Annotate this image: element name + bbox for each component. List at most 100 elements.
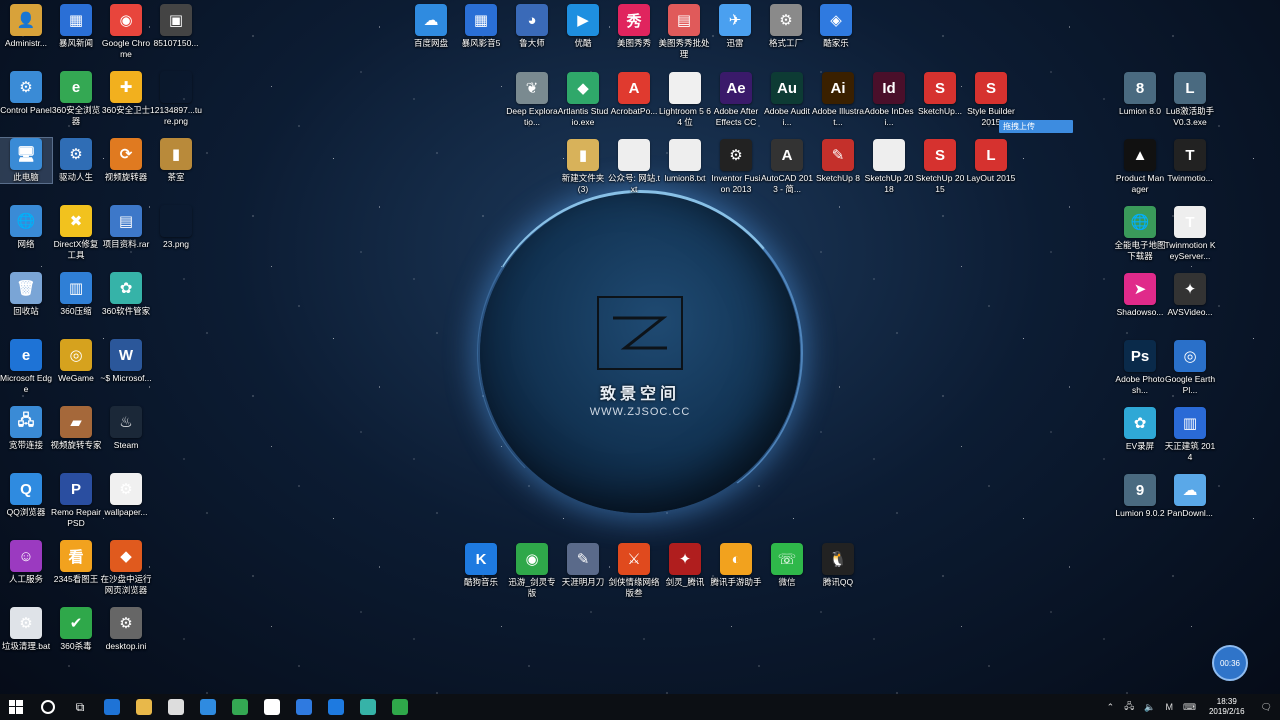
cortana-search-button[interactable] bbox=[32, 694, 64, 720]
desktop-icon[interactable]: ◕ 鲁大师 bbox=[506, 4, 558, 49]
desktop-icon[interactable]: S SketchUp... bbox=[914, 72, 966, 117]
desktop-icon[interactable]: ◈ 酷家乐 bbox=[810, 4, 862, 49]
desktop-icon[interactable]: ☁ 百度网盘 bbox=[405, 4, 457, 49]
desktop-icon[interactable]: Ai Adobe Illustrat... bbox=[812, 72, 864, 128]
desktop-icon[interactable]: ✎ SketchUp 8 bbox=[812, 139, 864, 184]
desktop-icon[interactable]: ▰ 视频旋转专家 bbox=[50, 406, 102, 451]
desktop-icon[interactable]: Au Adobe Auditi... bbox=[761, 72, 813, 128]
desktop-icon[interactable]: ✚ 360安全卫士 bbox=[100, 71, 152, 116]
drag-upload-tooltip[interactable]: 拖拽上传 bbox=[999, 120, 1073, 133]
taskbar-app-xunyou[interactable] bbox=[384, 694, 416, 720]
ime-indicator[interactable]: M bbox=[1160, 702, 1178, 712]
desktop-icon[interactable]: ◉ Google Chrome bbox=[100, 4, 152, 60]
desktop-icon[interactable]: T Twinmotion KeyServer... bbox=[1164, 206, 1216, 262]
taskbar-clock[interactable]: 18:39 2019/2/16 bbox=[1201, 697, 1253, 717]
desktop-icon[interactable]: K 酷狗音乐 bbox=[455, 543, 507, 588]
desktop-icon[interactable]: ✿ 360软件管家 bbox=[100, 272, 152, 317]
desktop-icon[interactable]: 12134897...ture.png bbox=[150, 71, 202, 127]
desktop-icon[interactable]: 9 Lumion 9.0.2 bbox=[1114, 474, 1166, 519]
desktop-icon[interactable]: ▶ 优酷 bbox=[557, 4, 609, 49]
desktop-icon[interactable]: e Microsoft Edge bbox=[0, 339, 52, 395]
desktop-icon[interactable]: 公众号: 网站.txt bbox=[608, 139, 660, 195]
taskbar-app-mail[interactable] bbox=[256, 694, 288, 720]
desktop-icon[interactable]: W ~$ Microsof... bbox=[100, 339, 152, 384]
desktop-icon[interactable]: ▮ 新建文件夹 (3) bbox=[557, 139, 609, 195]
desktop-icon[interactable]: L LayOut 2015 bbox=[965, 139, 1017, 184]
desktop-icon[interactable]: ▦ 暴风新闻 bbox=[50, 4, 102, 49]
keyboard-icon[interactable]: ⌨ bbox=[1178, 702, 1201, 713]
desktop-icon[interactable]: ✎ 天涯明月刀 bbox=[557, 543, 609, 588]
desktop-icon[interactable]: ⚙ Control Panel bbox=[0, 71, 52, 116]
desktop-icon[interactable]: ▦ 暴风影音5 bbox=[455, 4, 507, 49]
desktop-icon[interactable]: P Remo Repair PSD bbox=[50, 473, 102, 529]
desktop-icon[interactable]: ✦ AVSVideo... bbox=[1164, 273, 1216, 318]
desktop-icon[interactable]: ✿ EV录屏 bbox=[1114, 407, 1166, 452]
desktop-icon[interactable]: ▣ 85107150... bbox=[150, 4, 202, 49]
taskbar-app-360-soft[interactable] bbox=[352, 694, 384, 720]
desktop-icon[interactable]: ♨ Steam bbox=[100, 406, 152, 451]
desktop-icon[interactable]: 8 Lumion 8.0 bbox=[1114, 72, 1166, 117]
taskbar-app-store[interactable] bbox=[160, 694, 192, 720]
desktop-icon[interactable]: ⚙ 驱动人生 bbox=[50, 138, 102, 183]
desktop-icon[interactable]: 🖥 此电脑 bbox=[0, 137, 53, 184]
desktop-icon[interactable]: 23.png bbox=[150, 205, 202, 250]
desktop-icon[interactable]: T Twinmotio... bbox=[1164, 139, 1216, 184]
desktop-icon[interactable]: ▤ 美图秀秀批处理 bbox=[658, 4, 710, 60]
notification-center-icon[interactable]: 🗨 bbox=[1253, 702, 1280, 713]
desktop-icon[interactable]: ▤ 项目资料.rar bbox=[100, 205, 152, 250]
desktop-icon[interactable]: ◎ Google Earth Pl... bbox=[1164, 340, 1216, 396]
desktop-icon[interactable]: Id Adobe InDesi... bbox=[863, 72, 915, 128]
desktop-icon[interactable]: ⚙ 垃圾清理.bat bbox=[0, 607, 52, 652]
desktop-icon[interactable]: ✈ 迅雷 bbox=[709, 4, 761, 49]
desktop-icon[interactable]: e 360安全浏览器 bbox=[50, 71, 102, 127]
network-icon[interactable]: 🖧 bbox=[1119, 699, 1139, 715]
desktop-icon[interactable]: ◉ 迅游_剑灵专版 bbox=[506, 543, 558, 599]
desktop-icon[interactable]: 👤 Administr... bbox=[0, 4, 52, 49]
desktop-icon[interactable]: L Lu8激活助手 V0.3.exe bbox=[1164, 72, 1216, 128]
desktop-icon[interactable]: ◆ Artlantis Studio.exe bbox=[557, 72, 609, 128]
desktop-icon[interactable]: 🌐 全能电子地图下载器 bbox=[1114, 206, 1166, 262]
desktop-icon[interactable]: ▮ 茶室 bbox=[150, 138, 202, 183]
desktop-icon[interactable]: ❦ Deep Exploratio... bbox=[506, 72, 558, 128]
desktop-icon[interactable]: ☺ 人工服务 bbox=[0, 540, 52, 585]
desktop-icon[interactable]: ◐ 腾讯手游助手 bbox=[710, 543, 762, 588]
desktop-icon[interactable]: A AcrobatPo... bbox=[608, 72, 660, 117]
taskbar-app-edge[interactable] bbox=[96, 694, 128, 720]
desktop-icon[interactable]: ✖ DirectX修复工具 bbox=[50, 205, 102, 261]
desktop-icon[interactable]: 看 2345看图王 bbox=[50, 540, 102, 585]
desktop-icon[interactable]: ⚙ 格式工厂 bbox=[760, 4, 812, 49]
desktop-icon[interactable]: SketchUp 2018 bbox=[863, 139, 915, 195]
desktop-icon[interactable]: Ae Adobe After Effects CC bbox=[710, 72, 762, 128]
desktop-icon[interactable]: ⚔ 剑侠情缘网络版叁 bbox=[608, 543, 660, 599]
start-button[interactable] bbox=[0, 694, 32, 720]
tray-chevron-up-icon[interactable]: ⌃ bbox=[1102, 702, 1120, 713]
desktop-icon[interactable]: ▥ 天正建筑 2014 bbox=[1164, 407, 1216, 463]
desktop-icon[interactable]: 秀美图秀秀 bbox=[608, 4, 660, 49]
desktop-icon[interactable]: ☁ PanDownl... bbox=[1164, 474, 1216, 519]
desktop-icon[interactable]: 🐧 腾讯QQ bbox=[812, 543, 864, 588]
desktop-icon[interactable]: ⚙ wallpaper... bbox=[100, 473, 152, 518]
taskbar-app-360-browser[interactable] bbox=[224, 694, 256, 720]
desktop-icon[interactable]: 🗑 回收站 bbox=[0, 272, 52, 317]
volume-icon[interactable]: 🔈 bbox=[1139, 702, 1160, 713]
desktop-icon[interactable]: ⚙ Inventor Fusion 2013 bbox=[710, 139, 762, 195]
desktop-icon[interactable]: ☏ 微信 bbox=[761, 543, 813, 588]
task-view-button[interactable]: ⧉ bbox=[64, 694, 96, 720]
taskbar-app-explorer[interactable] bbox=[128, 694, 160, 720]
desktop-icon[interactable]: ◆ 在沙盘中运行网页浏览器 bbox=[100, 540, 152, 596]
desktop-icon[interactable]: Lightroom 5 64 位 bbox=[659, 72, 711, 128]
desktop-icon[interactable]: ▲ Product Manager bbox=[1114, 139, 1166, 195]
desktop-icon[interactable]: ◎ WeGame bbox=[50, 339, 102, 384]
desktop-icon[interactable]: S SketchUp 2015 bbox=[914, 139, 966, 195]
desktop-icon[interactable]: Ps Adobe Photosh... bbox=[1114, 340, 1166, 396]
desktop-icon[interactable]: ✦ 剑灵_腾讯 bbox=[659, 543, 711, 588]
desktop-icon[interactable]: Q QQ浏览器 bbox=[0, 473, 52, 518]
taskbar-app-kugou[interactable] bbox=[320, 694, 352, 720]
taskbar-app-qq-browser[interactable] bbox=[192, 694, 224, 720]
desktop-icon[interactable]: ⟳ 视频旋转器 bbox=[100, 138, 152, 183]
floating-timer-badge[interactable]: 00:36 bbox=[1212, 645, 1248, 681]
desktop-icon[interactable]: ⚙ desktop.ini bbox=[100, 607, 152, 652]
desktop-icon[interactable]: 🖧 宽带连接 bbox=[0, 406, 52, 451]
desktop-icon[interactable]: A AutoCAD 2013 - 简... bbox=[761, 139, 813, 195]
desktop-icon[interactable]: ✔ 360杀毒 bbox=[50, 607, 102, 652]
